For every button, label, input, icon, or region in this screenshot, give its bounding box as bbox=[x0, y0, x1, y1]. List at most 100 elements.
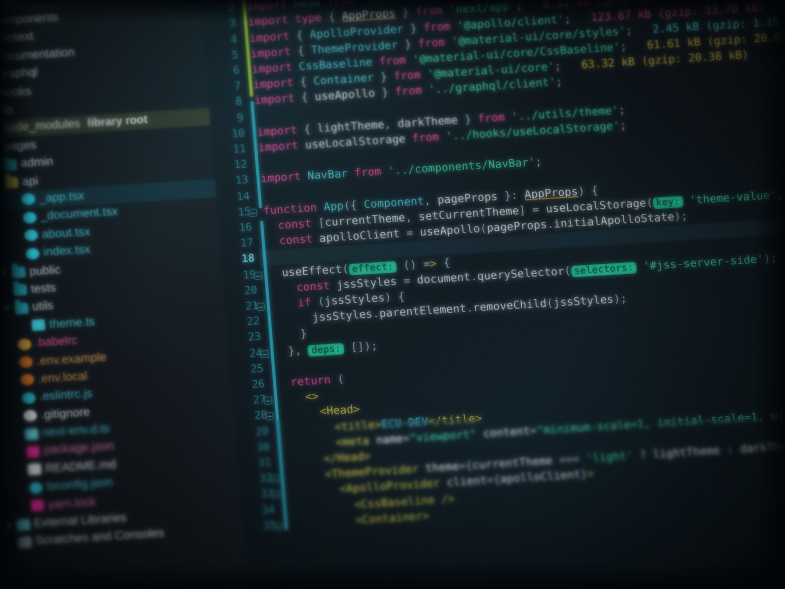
code-fold-icon[interactable] bbox=[256, 302, 266, 312]
code-fold-icon[interactable] bbox=[253, 270, 263, 280]
tree-item-label: documentation bbox=[0, 46, 76, 64]
tree-item-label: .next bbox=[0, 0, 19, 10]
line-number[interactable]: 3 bbox=[229, 17, 237, 30]
env-icon bbox=[20, 373, 35, 387]
chevron-right-icon[interactable] bbox=[5, 520, 15, 530]
inlay-hint: key: bbox=[652, 195, 684, 210]
tsx-icon bbox=[24, 229, 39, 242]
tree-item-label: public bbox=[28, 263, 61, 278]
line-number[interactable]: 26 bbox=[251, 378, 265, 391]
code-line[interactable]: } bbox=[273, 328, 308, 342]
tree-item-label: .env.local bbox=[37, 370, 88, 386]
json-icon bbox=[25, 445, 41, 458]
code-fold-icon[interactable] bbox=[263, 396, 273, 406]
chevron-right-icon[interactable] bbox=[0, 179, 3, 189]
code-fold-icon[interactable] bbox=[248, 208, 258, 218]
tree-item-label: _app.tsx bbox=[38, 190, 85, 206]
tree-item-label: about.tsx bbox=[41, 225, 91, 242]
folder-icon bbox=[2, 158, 18, 171]
line-number[interactable]: 16 bbox=[239, 221, 253, 234]
line-number[interactable]: 8 bbox=[235, 96, 243, 109]
tree-item-label: package.json bbox=[43, 440, 115, 458]
code-fold-icon[interactable] bbox=[273, 521, 283, 531]
line-number[interactable]: 5 bbox=[231, 49, 239, 62]
line-number[interactable]: 25 bbox=[250, 362, 264, 375]
code-line[interactable]: </Head> bbox=[283, 450, 371, 468]
code-line[interactable]: <> bbox=[278, 390, 319, 405]
line-number[interactable]: 14 bbox=[236, 190, 250, 203]
tree-item-label: Scratches and Consoles bbox=[35, 527, 165, 548]
line-number[interactable]: 34 bbox=[261, 503, 275, 516]
lock-icon bbox=[30, 499, 45, 512]
inlay-hint: deps: bbox=[307, 342, 345, 357]
line-number[interactable]: 18 bbox=[241, 253, 255, 266]
code-fold-icon[interactable] bbox=[271, 490, 281, 500]
scratch-icon bbox=[17, 536, 32, 549]
tree-item-label: index.tsx bbox=[42, 243, 91, 259]
line-number[interactable]: 7 bbox=[234, 80, 242, 93]
line-number[interactable]: 31 bbox=[258, 456, 272, 469]
ts-icon bbox=[31, 319, 46, 332]
code-area[interactable]: 1234567891011121314151617181920212223242… bbox=[199, 0, 785, 589]
tree-item-label: .babelrc bbox=[34, 334, 78, 350]
editor-panel[interactable]: index.ts×.env.local×_app.tsx× 1234567891… bbox=[197, 0, 785, 589]
line-number[interactable]: 6 bbox=[233, 64, 241, 77]
tsx-icon bbox=[22, 211, 37, 224]
dts-icon bbox=[24, 427, 39, 440]
chevron-down-icon[interactable] bbox=[3, 304, 13, 314]
folder-icon bbox=[4, 176, 19, 189]
inlay-hint: effect: bbox=[348, 260, 398, 275]
line-number[interactable]: 13 bbox=[235, 174, 249, 187]
code-fold-icon[interactable] bbox=[265, 412, 274, 421]
tree-item-label: tsconfig.json bbox=[46, 476, 114, 494]
line-number[interactable]: 11 bbox=[232, 143, 246, 156]
tree-item-label: .env.example bbox=[36, 350, 107, 368]
tree-item-label: tests bbox=[30, 281, 57, 296]
line-number[interactable]: 9 bbox=[236, 111, 244, 124]
eslint-icon bbox=[21, 391, 36, 405]
tree-item-label: _document.tsx bbox=[40, 205, 119, 224]
line-number[interactable]: 10 bbox=[231, 127, 245, 140]
chevron-right-icon[interactable] bbox=[0, 268, 10, 278]
line-number[interactable]: 4 bbox=[230, 33, 238, 46]
tree-item-label: pages bbox=[3, 138, 37, 154]
line-number[interactable]: 20 bbox=[244, 284, 258, 297]
line-number[interactable]: 17 bbox=[240, 237, 254, 250]
code-line[interactable]: import NavBar from '../components/NavBar… bbox=[260, 156, 542, 186]
code-line[interactable]: }, deps: []); bbox=[274, 340, 378, 359]
code-fold-icon[interactable] bbox=[260, 349, 269, 359]
line-number[interactable]: 29 bbox=[255, 425, 269, 438]
tsx-icon bbox=[21, 193, 36, 206]
code-line[interactable]: return ( bbox=[277, 373, 345, 389]
tree-item-label: utils bbox=[31, 300, 54, 314]
tree-item-label: hooks bbox=[0, 85, 32, 100]
code-fold-icon[interactable] bbox=[270, 474, 280, 484]
ide-window: Project Add Configuration... bbox=[0, 0, 785, 589]
tree-item-label: next-env.d.ts bbox=[41, 422, 111, 440]
line-number[interactable]: 22 bbox=[246, 315, 260, 328]
code-line[interactable]: <Head> bbox=[279, 404, 360, 421]
line-number[interactable]: 2 bbox=[228, 2, 236, 15]
babel-icon bbox=[17, 338, 32, 351]
tree-item-label: graphql bbox=[0, 66, 39, 82]
tree-item-label: README.md bbox=[44, 458, 117, 476]
line-number[interactable]: 12 bbox=[234, 158, 248, 171]
git-icon bbox=[22, 409, 38, 422]
line-number[interactable]: 30 bbox=[256, 441, 270, 454]
tree-item-label: admin bbox=[20, 155, 54, 171]
env-icon bbox=[18, 355, 33, 369]
chevron-right-icon[interactable] bbox=[0, 161, 2, 171]
tree-item-label: node_modules bbox=[1, 118, 81, 136]
line-number[interactable]: 23 bbox=[247, 331, 261, 344]
